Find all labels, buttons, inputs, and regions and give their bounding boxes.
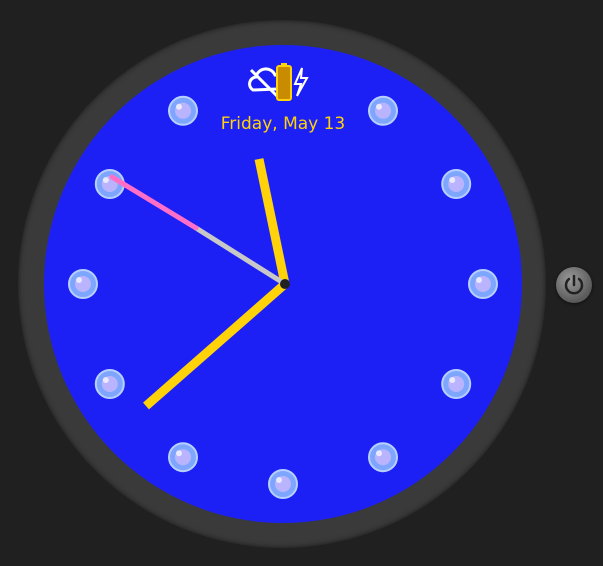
hour-marker-gem-icon: [168, 95, 198, 126]
battery-icon: [276, 63, 292, 101]
hour-marker-gem-icon: [68, 269, 98, 299]
hour-marker-gem-icon: [441, 169, 472, 199]
hand-pivot: [280, 279, 290, 289]
hour-marker-gem-icon: [268, 469, 298, 499]
date-label: Friday, May 13: [220, 114, 346, 134]
hour-marker-gem-icon: [368, 95, 398, 126]
hour-marker-gem-icon: [441, 369, 472, 399]
second-hand-tip: [109, 174, 199, 231]
minute-hand: [254, 158, 290, 285]
hour-marker-gem-icon: [168, 442, 198, 473]
power-button[interactable]: [556, 267, 592, 303]
hour-marker-gem-icon: [368, 442, 398, 473]
hour-marker-gem-icon: [468, 269, 498, 299]
hour-marker-gem-icon: [94, 369, 125, 399]
status-icons: [247, 62, 311, 106]
hour-hand: [143, 280, 288, 410]
charging-bolt-icon: [293, 67, 309, 97]
power-icon: [564, 274, 584, 295]
